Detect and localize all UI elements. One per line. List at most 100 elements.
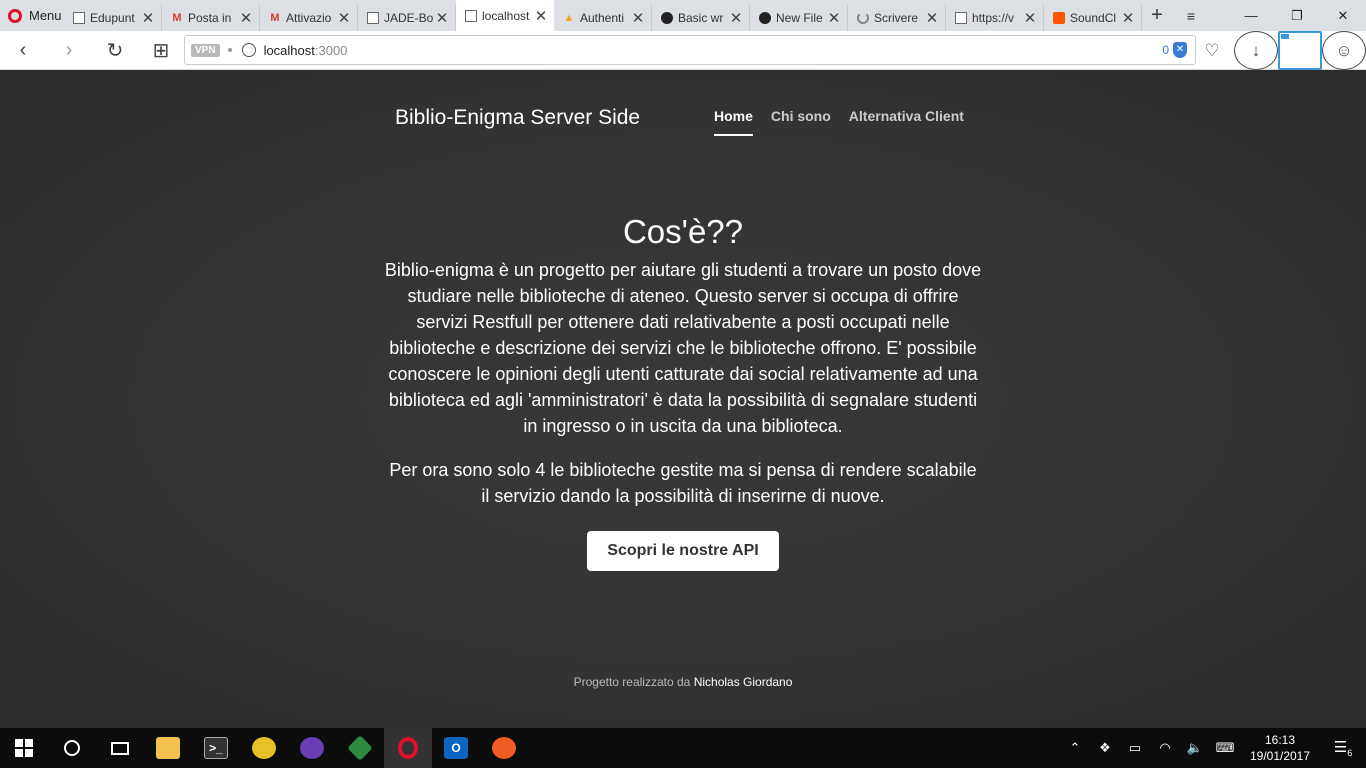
clock-date: 19/01/2017: [1249, 749, 1311, 763]
document-icon: [955, 11, 967, 24]
postman-icon: [492, 737, 516, 759]
keyboard-icon[interactable]: ⌨: [1210, 740, 1240, 756]
github-icon: [759, 11, 771, 24]
task-view-icon: [111, 741, 129, 755]
close-tab-icon[interactable]: ✕: [141, 9, 155, 27]
terminal-button[interactable]: >_: [192, 728, 240, 768]
battery-saver-icon[interactable]: [1278, 31, 1322, 70]
tab-scrivere[interactable]: Scrivere ✕: [848, 4, 946, 31]
minimize-icon[interactable]: —: [1228, 0, 1274, 31]
document-icon: [73, 11, 85, 24]
hero-section: Cos'è?? Biblio-enigma è un progetto per …: [383, 213, 983, 571]
mascot-app-icon: [252, 737, 276, 759]
new-tab-button[interactable]: +: [1142, 0, 1172, 31]
tab-https[interactable]: https://v ✕: [946, 4, 1044, 31]
tab-edupunto[interactable]: Edupunt ✕: [64, 4, 162, 31]
task-view-button[interactable]: [96, 728, 144, 768]
tab-posta[interactable]: M Posta in ✕: [162, 4, 260, 31]
opera-logo-icon: [8, 8, 22, 23]
reload-icon[interactable]: ↻: [92, 31, 138, 70]
nav-alternativa-client[interactable]: Alternativa Client: [849, 108, 964, 136]
close-tab-icon[interactable]: ✕: [1121, 9, 1135, 27]
tab-basic-writing[interactable]: Basic wr ✕: [652, 4, 750, 31]
terminal-icon: >_: [204, 737, 228, 759]
url-port[interactable]: :3000: [315, 43, 348, 58]
tab-authentication[interactable]: ▲ Authenti ✕: [554, 4, 652, 31]
browser-toolbar: ‹ › ↻ ⊞ VPN localhost :3000 0 ✕ ♡ ↓ ☺: [0, 31, 1366, 70]
window-close-icon[interactable]: ✕: [1320, 0, 1366, 31]
tab-menu-icon[interactable]: ≡: [1172, 0, 1210, 31]
hero-description: Biblio-enigma è un progetto per aiutare …: [384, 260, 982, 436]
postman-button[interactable]: [480, 728, 528, 768]
url-host[interactable]: localhost: [264, 43, 315, 58]
ad-blocker[interactable]: 0 ✕: [1162, 42, 1187, 58]
hero-note: Per ora sono solo 4 le biblioteche gesti…: [389, 460, 977, 506]
speed-dial-icon[interactable]: ⊞: [138, 31, 184, 70]
close-tab-icon[interactable]: ✕: [1023, 9, 1037, 27]
github-icon: [661, 11, 673, 24]
download-icon[interactable]: ↓: [1234, 31, 1278, 70]
browser-tab-strip: Menu Edupunt ✕ M Posta in ✕ M Attivazio …: [0, 0, 1366, 31]
tab-new-file[interactable]: New File ✕: [750, 4, 848, 31]
tab-soundcloud[interactable]: SoundCl ✕: [1044, 4, 1142, 31]
restore-icon[interactable]: ❐: [1274, 0, 1320, 31]
nav-home[interactable]: Home: [714, 108, 753, 136]
opera-taskbar-button[interactable]: [384, 728, 432, 768]
cortana-icon: [64, 740, 80, 756]
wifi-icon[interactable]: ◠: [1150, 740, 1180, 756]
bookmark-heart-icon[interactable]: ♡: [1190, 31, 1234, 70]
start-button[interactable]: [0, 728, 48, 768]
globe-icon: [241, 43, 256, 57]
outlook-icon: O: [444, 737, 468, 759]
gmail-icon: M: [270, 11, 280, 24]
file-explorer-button[interactable]: [144, 728, 192, 768]
site-brand: Biblio-Enigma Server Side: [395, 106, 641, 129]
footer-author[interactable]: Nicholas Giordano: [694, 675, 793, 689]
opera-icon: [398, 737, 418, 759]
shield-icon: ✕: [1173, 42, 1187, 58]
discover-api-button[interactable]: Scopri le nostre API: [587, 531, 779, 571]
close-tab-icon[interactable]: ✕: [827, 9, 841, 27]
vpn-badge[interactable]: VPN: [191, 43, 220, 57]
main-nav: Home Chi sono Alternativa Client: [714, 108, 964, 136]
menu-label: Menu: [29, 8, 62, 23]
document-icon: [367, 11, 379, 24]
account-icon[interactable]: ☺: [1322, 31, 1366, 70]
outlook-button[interactable]: O: [432, 728, 480, 768]
app-button-2[interactable]: [288, 728, 336, 768]
dropbox-icon[interactable]: ❖: [1090, 740, 1120, 756]
document-icon: [465, 9, 477, 22]
site-footer: Progetto realizzato da Nicholas Giordano: [0, 675, 1366, 689]
address-bar[interactable]: VPN localhost :3000 0 ✕: [184, 35, 1196, 65]
cat-app-icon: [300, 737, 324, 759]
back-icon[interactable]: ‹: [0, 31, 46, 70]
clock[interactable]: 16:13 19/01/2017: [1240, 732, 1320, 764]
notification-center-icon[interactable]: ☰6: [1320, 738, 1366, 758]
app-button-1[interactable]: [240, 728, 288, 768]
cortana-button[interactable]: [48, 728, 96, 768]
folder-icon: [156, 737, 180, 759]
close-tab-icon[interactable]: ✕: [435, 9, 449, 27]
gmail-icon: M: [172, 11, 182, 24]
opera-menu-button[interactable]: Menu: [0, 0, 64, 31]
forward-icon[interactable]: ›: [46, 31, 92, 70]
git-button[interactable]: [336, 728, 384, 768]
close-tab-icon[interactable]: ✕: [925, 9, 939, 27]
tab-localhost[interactable]: localhost ✕: [456, 0, 554, 31]
tab-attivazione[interactable]: M Attivazio ✕: [260, 4, 358, 31]
volume-icon[interactable]: 🔈: [1180, 740, 1210, 756]
nav-chi-sono[interactable]: Chi sono: [771, 108, 831, 136]
close-tab-icon[interactable]: ✕: [337, 9, 351, 27]
system-tray: ⌃ ❖ ▭ ◠ 🔈 ⌨ 16:13 19/01/2017 ☰6: [1060, 728, 1366, 768]
battery-icon[interactable]: ▭: [1120, 740, 1150, 756]
close-tab-icon[interactable]: ✕: [729, 9, 743, 27]
firebase-icon: ▲: [563, 11, 575, 24]
close-tab-icon[interactable]: ✕: [534, 7, 548, 25]
chevron-up-icon[interactable]: ⌃: [1060, 740, 1090, 756]
close-tab-icon[interactable]: ✕: [631, 9, 645, 27]
separator-dot: [227, 48, 232, 52]
windows-taskbar: >_ O ⌃ ❖ ▭ ◠ 🔈 ⌨ 16:13 19/01/2017 ☰6: [0, 728, 1366, 768]
close-tab-icon[interactable]: ✕: [239, 9, 253, 27]
soundcloud-icon: [1053, 11, 1065, 24]
tab-jade[interactable]: JADE-Bo ✕: [358, 4, 456, 31]
